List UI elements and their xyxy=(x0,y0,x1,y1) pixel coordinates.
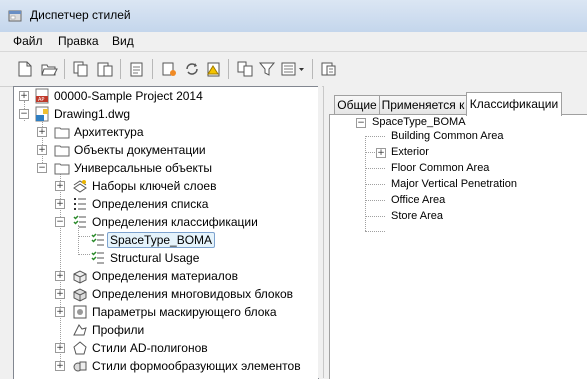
toggle-icon[interactable] xyxy=(205,60,223,78)
menu-bar: Файл Правка Вид xyxy=(0,32,587,50)
open-icon[interactable] xyxy=(40,60,58,78)
classification-item[interactable]: Building Common Area xyxy=(391,130,504,142)
tree-item-architecture[interactable]: + Архитектура xyxy=(14,123,318,141)
expand-icon[interactable]: + xyxy=(376,148,386,158)
toolbar xyxy=(0,51,587,87)
tree-item-material-defs[interactable]: + Определения материалов xyxy=(14,267,318,285)
classification-tree[interactable]: − SpaceType_BOMA Building Common Area + … xyxy=(329,114,587,379)
classification-item[interactable]: Floor Common Area xyxy=(391,162,489,174)
view-icon[interactable] xyxy=(280,60,306,78)
tree-item-spacetype[interactable]: SpaceType_BOMA xyxy=(14,231,318,249)
profile-icon xyxy=(73,324,87,336)
classification-icon xyxy=(91,251,104,264)
classification-icon xyxy=(91,233,104,246)
tree-item-ad-polygon[interactable]: + Стили AD-полигонов xyxy=(14,339,318,357)
polygon-icon xyxy=(73,341,87,355)
classification-icon xyxy=(73,215,86,228)
tree-item-label: Определения многовидовых блоков xyxy=(92,287,294,301)
window-title: Диспетчер стилей xyxy=(30,8,131,22)
tree-item-label: Архитектура xyxy=(74,125,144,139)
tree-item-drawing[interactable]: − Drawing1.dwg xyxy=(14,105,318,123)
list-icon xyxy=(74,198,86,210)
app-icon xyxy=(8,10,22,22)
layer-key-icon xyxy=(73,180,87,193)
classification-item[interactable]: Major Vertical Penetration xyxy=(391,178,517,190)
properties-pane: Общие Применяется к Классификации − Spac… xyxy=(323,86,587,379)
menu-view[interactable]: Вид xyxy=(112,34,134,48)
classification-item[interactable]: Exterior xyxy=(391,146,429,158)
project-icon: AP xyxy=(35,88,49,104)
sort-icon[interactable] xyxy=(236,60,254,78)
collapse-icon[interactable]: − xyxy=(19,109,29,119)
classification-item[interactable]: Office Area xyxy=(391,194,445,206)
pane-splitter[interactable] xyxy=(318,86,322,378)
expand-icon[interactable]: + xyxy=(55,343,65,353)
tree-item-layer-keys[interactable]: + Наборы ключей слоев xyxy=(14,177,318,195)
collapse-icon[interactable]: − xyxy=(37,163,47,173)
tree-item-label: Structural Usage xyxy=(110,251,200,265)
filter-icon[interactable] xyxy=(258,60,276,78)
tree-item-label: Профили xyxy=(92,323,145,337)
tree-item-label: 00000-Sample Project 2014 xyxy=(54,89,203,103)
folder-open-icon xyxy=(54,163,70,175)
tree-item-label: Объекты документации xyxy=(74,143,206,157)
drawing-icon xyxy=(35,106,49,122)
expand-icon[interactable]: + xyxy=(55,289,65,299)
classification-item[interactable]: Store Area xyxy=(391,210,443,222)
tree-item-label: SpaceType_BOMA xyxy=(107,232,216,248)
tree-item-label: Стили AD-полигонов xyxy=(92,341,208,355)
expand-icon[interactable]: + xyxy=(55,361,65,371)
tree-item-project[interactable]: + AP 00000-Sample Project 2014 xyxy=(14,87,318,105)
folder-icon xyxy=(54,145,70,157)
tree-item-structural[interactable]: Structural Usage xyxy=(14,249,318,267)
expand-icon[interactable]: + xyxy=(55,181,65,191)
copy-icon[interactable] xyxy=(72,60,90,78)
mask-block-icon xyxy=(73,305,87,319)
tree-item-label: Стили формообразующих элементов xyxy=(92,359,301,373)
title-bar: Диспетчер стилей xyxy=(0,0,587,33)
expand-icon[interactable]: + xyxy=(37,127,47,137)
tree-item-label: Наборы ключей слоев xyxy=(92,179,217,193)
expand-icon[interactable]: + xyxy=(55,307,65,317)
tree-item-multipurpose[interactable]: − Универсальные объекты xyxy=(14,159,318,177)
collapse-icon[interactable]: − xyxy=(55,217,65,227)
tree-item-label: Универсальные объекты xyxy=(74,161,213,175)
tab-applies-to[interactable]: Применяется к xyxy=(379,95,467,115)
style-tree[interactable]: + AP 00000-Sample Project 2014 − Drawing… xyxy=(13,86,319,379)
tab-classifications[interactable]: Классификации xyxy=(466,92,562,116)
tree-item-label: Определения классификации xyxy=(92,215,258,229)
tree-item-class-defs[interactable]: − Определения классификации xyxy=(14,213,318,231)
collapse-icon[interactable]: − xyxy=(356,118,366,128)
menu-file[interactable]: Файл xyxy=(13,34,43,48)
new-icon[interactable] xyxy=(16,60,34,78)
tree-item-mass-elements[interactable]: + Стили формообразующих элементов xyxy=(14,357,318,375)
multiview-block-icon xyxy=(73,288,87,302)
tab-general[interactable]: Общие xyxy=(334,95,380,115)
edit-icon[interactable] xyxy=(320,60,338,78)
tree-item-label: Параметры маскирующего блока xyxy=(92,305,277,319)
synchronize-icon[interactable] xyxy=(183,60,201,78)
tree-item-label: Drawing1.dwg xyxy=(54,107,131,121)
expand-icon[interactable]: + xyxy=(37,145,47,155)
tree-item-label: Определения материалов xyxy=(92,269,238,283)
expand-icon[interactable]: + xyxy=(19,91,29,101)
tree-item-multiview-defs[interactable]: + Определения многовидовых блоков xyxy=(14,285,318,303)
purge-icon[interactable] xyxy=(128,60,146,78)
tree-item-documentation[interactable]: + Объекты документации xyxy=(14,141,318,159)
mass-element-icon xyxy=(73,361,87,372)
tree-item-label: Определения списка xyxy=(92,197,209,211)
new-style-icon[interactable] xyxy=(160,60,178,78)
paste-icon[interactable] xyxy=(96,60,114,78)
tree-item-mask-params[interactable]: + Параметры маскирующего блока xyxy=(14,303,318,321)
folder-icon xyxy=(54,127,70,139)
menu-edit[interactable]: Правка xyxy=(58,34,99,48)
expand-icon[interactable]: + xyxy=(55,271,65,281)
tree-item-list-defs[interactable]: + Определения списка xyxy=(14,195,318,213)
classification-root[interactable]: SpaceType_BOMA xyxy=(372,116,466,128)
svg-text:AP: AP xyxy=(38,97,44,103)
expand-icon[interactable]: + xyxy=(55,199,65,209)
tree-item-profiles[interactable]: Профили xyxy=(14,321,318,339)
material-icon xyxy=(73,270,87,284)
